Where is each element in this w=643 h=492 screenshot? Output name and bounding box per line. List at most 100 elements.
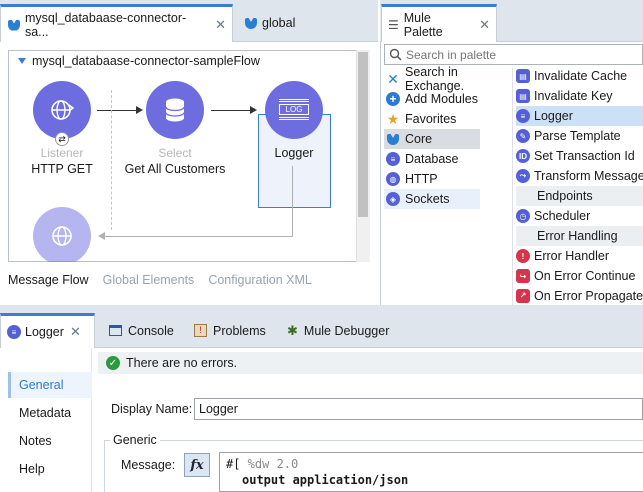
palette-search-input[interactable]: Search in palette — [384, 44, 643, 65]
console-icon — [109, 325, 122, 336]
node-name-label: Get All Customers — [124, 162, 226, 176]
status-text: There are no errors. — [126, 356, 238, 370]
database-icon — [165, 98, 185, 122]
flow-title[interactable]: mysql_databaase-connector-sampleFlow — [18, 54, 260, 68]
log-icon: LOG — [279, 99, 309, 121]
palette-op-parse-template[interactable]: ✎ Parse Template — [516, 126, 643, 146]
properties-nav: General Metadata Notes Help — [0, 348, 92, 492]
node-sub-label: Listener — [40, 146, 84, 160]
palette-op-on-error-continue[interactable]: ↪ On Error Continue — [516, 266, 643, 286]
palette-category-sockets[interactable]: ◈ Sockets — [384, 189, 480, 209]
collapse-triangle-icon[interactable] — [18, 58, 26, 64]
node-name-label: Logger — [274, 146, 314, 160]
palette-item-label: Core — [405, 132, 433, 146]
logger-icon: ≡ — [7, 325, 21, 339]
globe-icon — [51, 100, 75, 120]
arrow-icon — [98, 232, 105, 240]
palette-op-label: On Error Propagate — [534, 288, 643, 303]
source-separator — [111, 90, 112, 230]
palette-op-invalidate-cache[interactable]: ▤ Invalidate Cache — [516, 66, 643, 86]
palette-category-core[interactable]: Core — [384, 129, 480, 149]
problems-icon: ! — [194, 324, 207, 337]
tab-console[interactable]: Console — [109, 313, 174, 348]
palette-op-label: Transform Message — [534, 169, 643, 183]
nav-general[interactable]: General — [8, 372, 92, 398]
palette-op-on-error-propagate[interactable]: ↗ On Error Propagate — [516, 286, 643, 305]
tab-label: Console — [128, 323, 174, 338]
globe-icon — [52, 226, 72, 246]
canvas-bottom-gap — [0, 262, 378, 267]
palette-icon: ☰ — [388, 17, 399, 32]
palette-op-label: Set Transaction Id — [534, 149, 635, 163]
close-icon[interactable]: ✕ — [70, 324, 81, 340]
message-expression-editor[interactable]: #[ %dw 2.0 output application/json — [219, 452, 643, 492]
palette-group-error-handling: Error Handling — [516, 226, 643, 246]
database-select-node[interactable] — [146, 81, 204, 139]
cache-icon: ▤ — [516, 69, 530, 83]
close-icon[interactable]: ✕ — [479, 17, 490, 33]
logger-node[interactable]: LOG — [265, 81, 323, 139]
logger-icon: ≡ — [516, 109, 530, 123]
tab-message-flow[interactable]: Message Flow — [8, 273, 89, 287]
expression-toggle-button[interactable]: fx — [184, 453, 210, 477]
arrow-icon — [136, 106, 143, 114]
flow-canvas[interactable]: mysql_databaase-connector-sampleFlow ⇄ L… — [0, 42, 378, 267]
exchange-icon: ✕ — [387, 70, 399, 87]
mule-icon — [244, 16, 258, 30]
canvas-scrollbar-thumb[interactable] — [358, 52, 368, 217]
code-prefix: #[ — [226, 457, 241, 471]
http-listener-node[interactable] — [33, 81, 91, 139]
palette-op-label: On Error Continue — [534, 269, 636, 283]
palette-op-error-handler[interactable]: ! Error Handler — [516, 246, 643, 266]
palette-add-modules[interactable]: + Add Modules — [384, 89, 480, 109]
flow-title-label: mysql_databaase-connector-sampleFlow — [32, 54, 260, 68]
tab-configuration-xml[interactable]: Configuration XML — [208, 273, 312, 287]
palette-item-label: Add Modules — [405, 92, 478, 106]
tab-mule-palette[interactable]: ☰ Mule Palette ✕ — [381, 4, 497, 42]
close-icon[interactable]: ✕ — [215, 17, 226, 33]
nav-notes[interactable]: Notes — [8, 428, 92, 454]
tab-global-label: global — [262, 16, 296, 30]
tab-global-elements[interactable]: Global Elements — [103, 273, 195, 287]
palette-op-scheduler[interactable]: ◷ Scheduler — [516, 206, 643, 226]
code-directive: %dw 2.0 — [240, 457, 299, 471]
nav-metadata[interactable]: Metadata — [8, 400, 92, 426]
palette-divider — [512, 68, 513, 305]
clock-icon: ◷ — [516, 209, 530, 223]
template-icon: ✎ — [516, 129, 530, 143]
palette-search-exchange[interactable]: ✕ Search in Exchange. — [384, 65, 510, 93]
code-line-2: output application/json — [242, 473, 409, 487]
tab-global[interactable]: global — [238, 4, 338, 42]
palette-item-label: Database — [405, 152, 459, 166]
palette-op-transform-message[interactable]: ⤳ Transform Message — [516, 166, 643, 186]
palette-op-set-transaction-id[interactable]: ID Set Transaction Id — [516, 146, 643, 166]
tab-problems[interactable]: ! Problems — [194, 313, 266, 348]
palette-op-invalidate-key[interactable]: ▤ Invalidate Key — [516, 86, 643, 106]
palette-op-label: Invalidate Cache — [534, 69, 628, 83]
flow-return-line — [104, 236, 293, 237]
palette-op-logger[interactable]: ≡ Logger — [516, 106, 643, 126]
tab-flow-editor[interactable]: mysql_databaase-connector-sa... ✕ — [0, 4, 233, 42]
generic-legend: Generic — [110, 433, 160, 447]
nav-help[interactable]: Help — [8, 456, 92, 482]
palette-favorites[interactable]: ★ Favorites — [384, 109, 480, 129]
display-name-input[interactable]: Logger — [194, 398, 643, 420]
id-icon: ID — [516, 149, 530, 163]
sockets-icon: ◈ — [386, 192, 400, 206]
palette-item-label: Favorites — [405, 112, 457, 126]
check-icon: ✓ — [106, 356, 120, 370]
tab-mule-debugger[interactable]: ✱ Mule Debugger — [287, 313, 389, 348]
database-icon: ≡ — [386, 152, 400, 166]
display-name-label: Display Name: — [111, 402, 193, 416]
mule-icon — [386, 132, 400, 146]
tab-logger-properties[interactable]: ≡ Logger ✕ — [0, 313, 95, 348]
flow-return-line — [292, 166, 293, 236]
http-response-node[interactable] — [33, 207, 91, 265]
palette-category-database[interactable]: ≡ Database — [384, 149, 480, 169]
star-icon: ★ — [386, 110, 400, 127]
tab-label: Problems — [213, 323, 266, 338]
tab-label: Mule Debugger — [303, 323, 390, 338]
palette-item-label: HTTP — [405, 172, 438, 186]
message-label: Message: — [121, 458, 176, 472]
palette-category-http[interactable]: ◍ HTTP — [384, 169, 480, 189]
